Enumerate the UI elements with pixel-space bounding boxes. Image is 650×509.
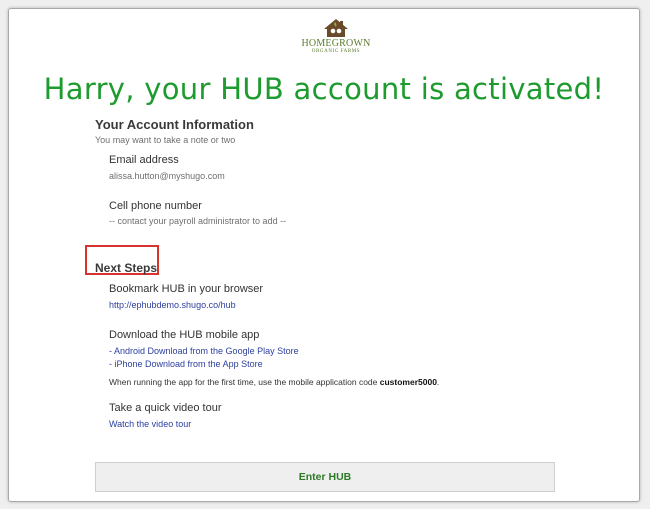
phone-label: Cell phone number xyxy=(109,200,202,212)
video-tour-label: Take a quick video tour xyxy=(109,402,222,414)
logo-text-sub: ORGANIC FARMS xyxy=(311,49,361,54)
bookmark-link[interactable]: http://ephubdemo.shugo.co/hub xyxy=(109,300,236,310)
company-logo: HOMEGROWN ORGANIC FARMS xyxy=(296,18,376,60)
house-logo-icon xyxy=(324,19,348,37)
phone-value: -- contact your payroll administrator to… xyxy=(109,216,287,226)
mobile-app-label: Download the HUB mobile app xyxy=(109,329,260,341)
mobile-app-code-note: When running the app for the first time,… xyxy=(109,377,439,387)
account-info-heading: Your Account Information xyxy=(95,117,254,132)
account-info-subtitle: You may want to take a note or two xyxy=(95,135,236,145)
page-headline: Harry, your HUB account is activated! xyxy=(43,72,605,106)
app-note-end: . xyxy=(436,377,440,387)
android-download-link[interactable]: - Android Download from the Google Play … xyxy=(109,346,299,356)
logo-text-main: HOMEGROWN xyxy=(301,38,371,49)
enter-hub-button[interactable]: Enter HUB xyxy=(95,462,555,492)
email-label: Email address xyxy=(109,154,179,166)
bookmark-label: Bookmark HUB in your browser xyxy=(109,283,264,295)
app-code: customer5000 xyxy=(379,377,437,387)
next-steps-heading: Next Steps xyxy=(95,261,158,275)
video-tour-link[interactable]: Watch the video tour xyxy=(109,419,191,429)
iphone-download-link[interactable]: - iPhone Download from the App Store xyxy=(109,359,263,369)
app-note-text: When running the app for the first time,… xyxy=(109,377,380,387)
activation-card: HOMEGROWN ORGANIC FARMS Harry, your HUB … xyxy=(8,8,640,502)
email-value: alissa.hutton@myshugo.com xyxy=(109,171,225,181)
